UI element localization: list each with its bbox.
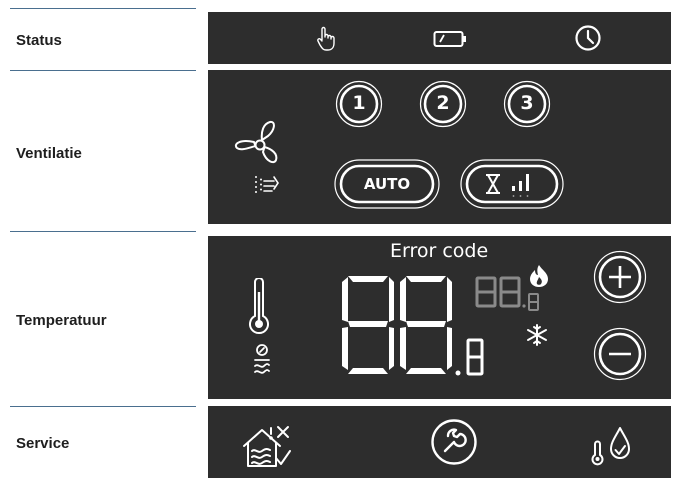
status-panel [208,12,671,64]
clock-icon [575,25,601,51]
temperatuur-panel: Error code 88 .8 [208,236,671,399]
divider-temperatuur-top [10,231,196,232]
plus-icon [593,250,647,304]
speed-1-button[interactable]: 1 [335,80,383,128]
speed-2-label: 2 [436,92,450,114]
divider-service-top [10,406,196,407]
minus-icon [593,327,647,381]
row-label-ventilatie: Ventilatie [16,145,82,162]
fan-icon [235,120,278,164]
hourglass-boost-icon [460,159,564,209]
speed-1-label: 1 [352,92,366,114]
service-panel [208,406,671,478]
outdoor-air-icon [254,344,270,374]
snowflake-icon [527,324,547,346]
main-digits-display [342,276,452,374]
speed-3-label: 3 [520,92,534,114]
wrench-icon [431,419,477,465]
divider-status-top [10,8,196,9]
divider-ventilatie-top [10,70,196,71]
main-decimal-display [455,338,484,376]
row-label-status: Status [16,32,62,49]
temperature-up-button[interactable] [593,250,647,304]
row-label-service: Service [16,435,70,452]
speed-2-button[interactable]: 2 [419,80,467,128]
row-label-temperatuur: Temperatuur [16,312,107,329]
speed-3-button[interactable]: 3 [503,80,551,128]
thermometer-icon [249,278,269,335]
hand-touch-icon [317,26,335,51]
flame-icon [530,265,548,287]
air-filter-flow-icon [255,176,279,193]
ventilatie-panel: 1 2 3 AUTO [208,70,671,224]
auto-button[interactable]: AUTO [334,159,440,209]
battery-icon [433,31,466,47]
temperature-down-button[interactable] [593,327,647,381]
house-alert-check-icon [243,426,291,467]
auto-label: AUTO [363,175,411,193]
boost-timer-button[interactable] [460,159,564,209]
thermometer-droplet-icon [591,427,630,466]
error-code-label: Error code [390,240,489,262]
